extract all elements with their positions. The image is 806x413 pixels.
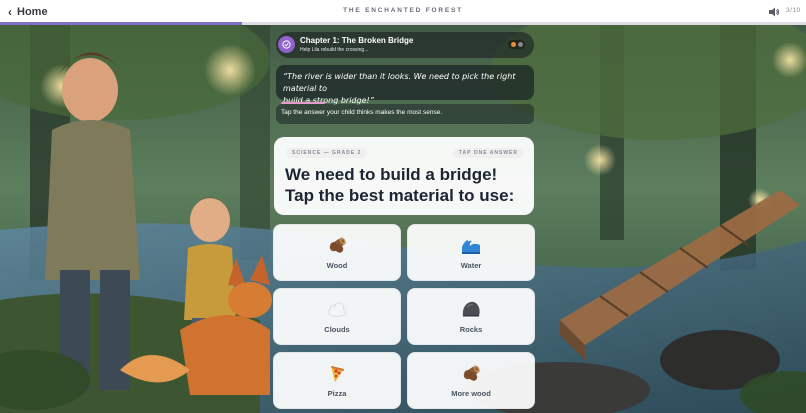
answer-rocks[interactable]: Rocks [407, 288, 535, 345]
answer-more-wood[interactable]: More wood [407, 352, 535, 409]
instruction-tag: TAP ONE ANSWER [452, 148, 524, 158]
speaker-icon[interactable] [768, 5, 780, 17]
parent-hint: Tap the answer your child thinks makes t… [276, 104, 534, 124]
answer-pizza[interactable]: Pizza [273, 352, 401, 409]
wood-log-icon [274, 235, 400, 255]
water-wave-icon [408, 235, 534, 255]
answer-label: Clouds [324, 325, 350, 334]
chapter-header: Chapter 1: The Broken Bridge Help Lila r… [276, 32, 534, 58]
question-text: We need to build a bridge! Tap the best … [285, 165, 515, 205]
answer-label: Rocks [459, 325, 483, 334]
chapter-subtitle: Help Lila rebuild the crossing... [300, 47, 369, 53]
answer-wood[interactable]: Wood [273, 224, 401, 281]
answer-label: Pizza [327, 389, 347, 398]
chapter-badge-icon [278, 36, 295, 53]
chapter-title: Chapter 1: The Broken Bridge [300, 36, 414, 45]
question-card: SCIENCE — GRADE 2 TAP ONE ANSWER We need… [274, 137, 534, 215]
answer-label: Water [460, 261, 482, 270]
toggle-dot-inactive [518, 42, 523, 47]
story-quote-line-1: “The river is wider than it looks. We ne… [283, 72, 516, 93]
story-quote: “The river is wider than it looks. We ne… [276, 65, 534, 105]
wood-log-icon [408, 363, 534, 383]
progress-bar [0, 22, 806, 25]
narration-toggle[interactable] [508, 40, 525, 49]
answer-water[interactable]: Water [407, 224, 535, 281]
pizza-icon [274, 363, 400, 383]
rock-icon [408, 299, 534, 319]
cloud-icon [274, 299, 400, 319]
answer-clouds[interactable]: Clouds [273, 288, 401, 345]
answer-label: Wood [326, 261, 348, 270]
top-bar: ‹ Home THE ENCHANTED FOREST 3/10 [0, 0, 806, 25]
progress-bar-fill [0, 22, 242, 25]
app-title: THE ENCHANTED FOREST [343, 7, 463, 14]
toggle-dot-active [511, 42, 516, 47]
question-counter: 3/10 [786, 7, 801, 14]
subject-tag: SCIENCE — GRADE 2 [286, 148, 368, 158]
answer-label: More wood [451, 389, 491, 398]
